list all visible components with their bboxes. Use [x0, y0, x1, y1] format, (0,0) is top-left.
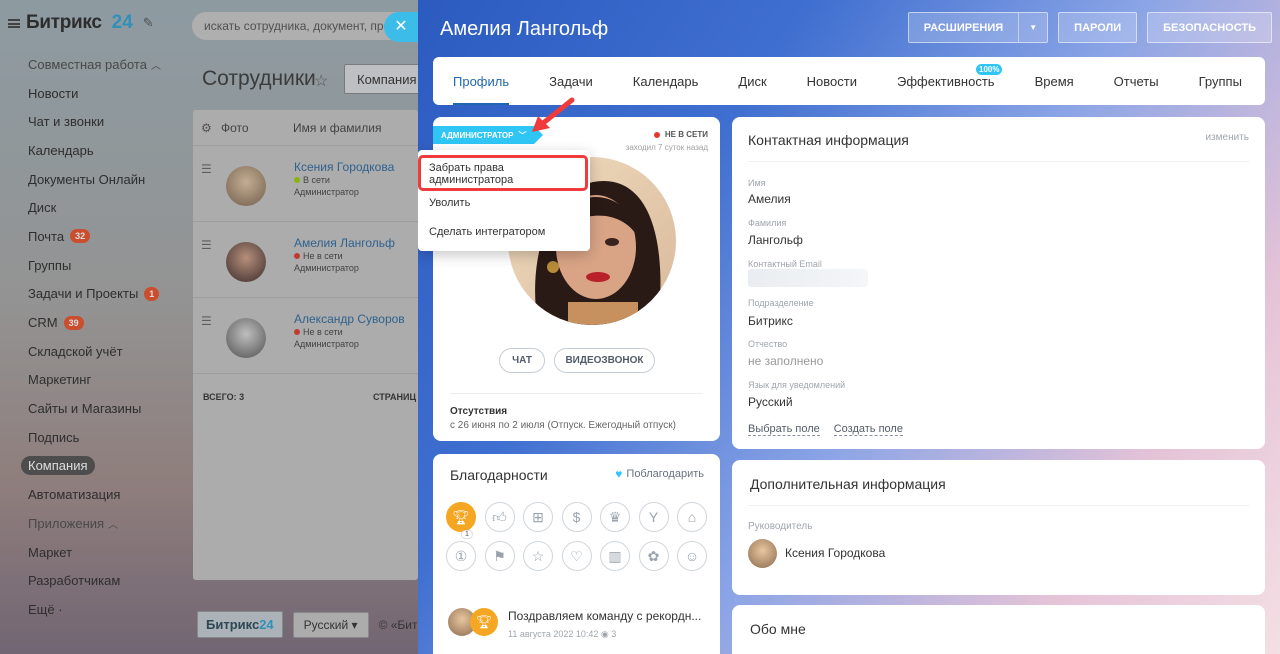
last-visit: заходил 7 суток назад	[625, 143, 708, 152]
tab-time[interactable]: Время	[1035, 57, 1074, 105]
tab-disk[interactable]: Диск	[738, 57, 766, 105]
admin-tag[interactable]: АДМИНИСТРАТОР ﹀	[433, 126, 544, 144]
fire-item[interactable]: Уволить	[418, 188, 590, 217]
absence-title: Отсутствия	[450, 406, 508, 417]
heart-outline-icon[interactable]: ♡	[561, 541, 592, 571]
field-label: Язык для уведомлений	[748, 380, 846, 390]
field-label: Подразделение	[748, 298, 814, 308]
tab-groups[interactable]: Группы	[1199, 57, 1242, 105]
department-value: Битрикс	[748, 314, 793, 328]
tab-reports[interactable]: Отчеты	[1114, 57, 1159, 105]
flag-icon[interactable]: ⚑	[484, 541, 515, 571]
highlight-box	[418, 155, 588, 191]
last-name-value: Лангольф	[748, 233, 803, 247]
language-value: Русский	[748, 395, 793, 409]
top-buttons: РАСШИРЕНИЯ ▼ ПАРОЛИ БЕЗОПАСНОСТЬ	[907, 12, 1272, 43]
tab-news[interactable]: Новости	[807, 57, 857, 105]
gift-icon[interactable]: ⊞	[523, 502, 553, 532]
efficiency-badge: 100%	[976, 64, 1003, 75]
field-label: Имя	[748, 178, 766, 188]
field-label: Фамилия	[748, 218, 787, 228]
avatar[interactable]	[748, 539, 777, 568]
trophy-icon[interactable]: 🏆︎ 1	[446, 502, 476, 539]
heart-icon: ♥	[615, 467, 623, 481]
news-text[interactable]: Поздравляем команду с рекордн...	[508, 609, 708, 623]
divider	[748, 161, 1249, 162]
absence-text: с 26 июня по 2 июля (Отпуск. Ежегодный о…	[450, 420, 676, 431]
badges-grid: 🏆︎ 1 👍︎ ⊞ $ ♛ Y ⌂ ① ⚑ ☆ ♡ ▥ ✿ ☺	[446, 502, 707, 571]
smile-icon[interactable]: ☺	[677, 541, 707, 571]
first-name-value: Амелия	[748, 192, 791, 206]
tab-calendar[interactable]: Календарь	[633, 57, 699, 105]
extensions-button[interactable]: РАСШИРЕНИЯ ▼	[907, 12, 1049, 43]
news-meta: 11 августа 2022 10:42 ◉ 3	[508, 629, 617, 639]
field-label: Контактный Email	[748, 259, 822, 269]
security-button[interactable]: БЕЗОПАСНОСТЬ	[1147, 12, 1272, 43]
divider	[748, 505, 1249, 506]
beer-icon[interactable]: ▥	[600, 541, 630, 571]
thanks-card: Благодарности ♥ Поблагодарить 🏆︎ 1 👍︎ ⊞ $ …	[433, 454, 720, 654]
manager-label: Руководитель	[748, 521, 813, 532]
thanks-title: Благодарности	[450, 467, 548, 483]
crown-icon[interactable]: ♛	[600, 502, 630, 532]
chevron-down-icon: ﹀	[518, 130, 527, 140]
close-slider-button[interactable]: ✕	[384, 12, 418, 42]
red-arrow-icon	[532, 97, 575, 132]
close-icon: ✕	[394, 18, 408, 35]
star-icon[interactable]: ☆	[523, 541, 553, 571]
number-one-icon[interactable]: ①	[446, 541, 476, 571]
field-links: Выбрать поле Создать поле	[748, 423, 903, 436]
divider	[450, 393, 703, 394]
badge-count: 1	[461, 530, 473, 539]
extra-info-card: Дополнительная информация Руководитель К…	[732, 460, 1265, 595]
manager-name[interactable]: Ксения Городкова	[785, 546, 885, 560]
video-call-button[interactable]: ВИДЕОЗВОНОК	[554, 348, 655, 373]
thumbs-up-icon[interactable]: 👍︎	[484, 502, 515, 532]
create-field-link[interactable]: Создать поле	[833, 423, 903, 436]
status-badge: НЕ В СЕТИ	[653, 130, 708, 139]
trophy-icon: 🏆︎	[470, 608, 498, 636]
money-bag-icon[interactable]: $	[561, 502, 592, 532]
contact-title: Контактная информация	[748, 132, 909, 148]
chevron-down-icon[interactable]: ▼	[1019, 23, 1047, 32]
chat-button[interactable]: ЧАТ	[499, 348, 545, 373]
cake-icon[interactable]: ⌂	[677, 502, 707, 532]
eye-icon: ◉	[600, 629, 609, 639]
email-blurred	[748, 269, 868, 287]
contact-info-card: Контактная информация изменить Имя Амели…	[732, 117, 1265, 449]
middle-name-value: не заполнено	[748, 354, 824, 368]
make-integrator-item[interactable]: Сделать интегратором	[418, 217, 590, 246]
tab-profile[interactable]: Профиль	[453, 57, 510, 105]
about-card: Обо мне	[732, 605, 1265, 654]
cocktail-icon[interactable]: Y	[638, 502, 669, 532]
flower-icon[interactable]: ✿	[638, 541, 669, 571]
slider-title: Амелия Лангольф	[440, 18, 609, 40]
thank-button[interactable]: ♥ Поблагодарить	[615, 467, 704, 481]
about-title: Обо мне	[750, 621, 806, 637]
choose-field-link[interactable]: Выбрать поле	[748, 423, 820, 436]
passwords-button[interactable]: ПАРОЛИ	[1058, 12, 1138, 43]
tab-efficiency[interactable]: Эффективность 100%	[897, 57, 1003, 105]
field-label: Отчество	[748, 339, 788, 349]
extra-title: Дополнительная информация	[750, 476, 946, 492]
edit-link[interactable]: изменить	[1205, 132, 1249, 143]
